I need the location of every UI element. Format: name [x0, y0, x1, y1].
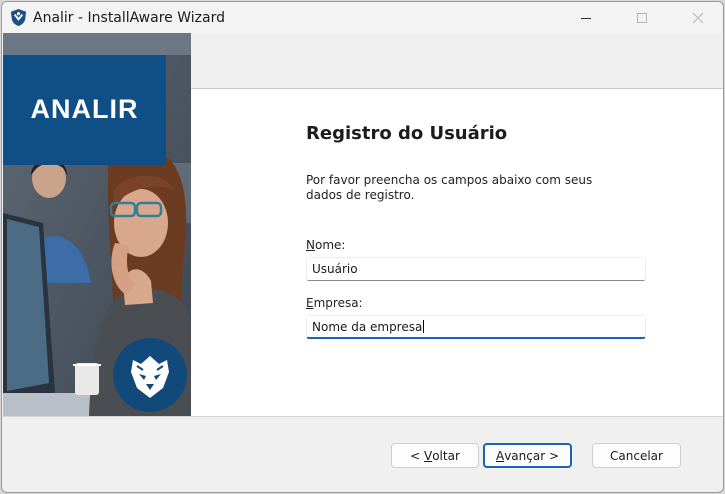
maximize-button[interactable] — [619, 2, 665, 33]
company-label-text: mpresa: — [313, 296, 363, 310]
company-label-accelerator: E — [306, 296, 314, 310]
back-button-prefix: < — [410, 448, 424, 463]
next-button-text: vançar > — [504, 448, 560, 463]
close-button[interactable] — [675, 2, 721, 33]
lion-icon — [131, 356, 169, 398]
shield-app-icon — [10, 8, 27, 27]
wizard-banner: ANALIR — [3, 33, 191, 416]
back-button-accelerator: V — [423, 448, 433, 463]
next-button[interactable]: Avançar > — [483, 443, 572, 468]
window-title: Analir - InstallAware Wizard — [33, 10, 225, 26]
minimize-icon — [581, 17, 591, 19]
installer-window: Analir - InstallAware Wizard ANALIR Regi… — [1, 1, 724, 493]
page-title: Registro do Usuário — [306, 123, 508, 144]
name-label: Nome: — [306, 238, 345, 252]
footer-divider — [3, 416, 723, 417]
text-caret — [423, 320, 425, 333]
header-area — [191, 33, 723, 88]
close-icon — [692, 12, 704, 23]
maximize-icon — [637, 12, 647, 23]
page-description: Por favor preencha os campos abaixo com … — [306, 173, 593, 202]
title-bar[interactable]: Analir - InstallAware Wizard — [2, 2, 723, 33]
company-input-value: Nome da empresa — [312, 320, 423, 334]
minimize-button[interactable] — [563, 2, 609, 33]
company-label: Empresa: — [306, 296, 363, 310]
name-input[interactable]: Usuário — [306, 257, 646, 281]
back-button[interactable]: < Voltar — [391, 443, 479, 468]
brand-name: ANALIR — [30, 93, 139, 124]
next-button-accelerator: A — [495, 448, 505, 463]
company-input[interactable]: Nome da empresa — [306, 315, 646, 339]
name-label-accelerator: N — [306, 238, 315, 252]
cancel-button-text: Cancelar — [610, 448, 663, 463]
back-button-text: oltar — [432, 448, 460, 463]
cancel-button[interactable]: Cancelar — [592, 443, 681, 468]
name-input-value: Usuário — [312, 262, 358, 276]
name-label-text: ome: — [314, 238, 346, 252]
lion-logo-badge — [113, 338, 187, 412]
brand-box: ANALIR — [3, 55, 166, 165]
